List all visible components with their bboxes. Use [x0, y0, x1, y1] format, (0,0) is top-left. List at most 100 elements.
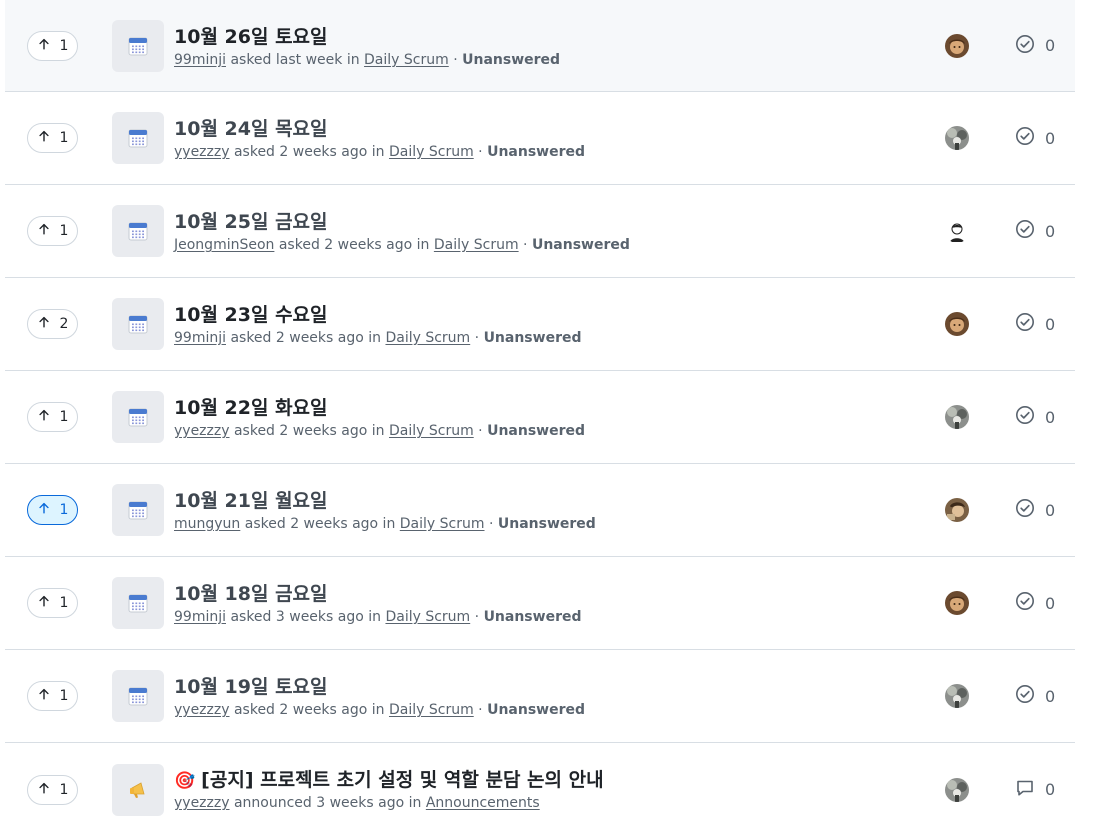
category-link[interactable]: Daily Scrum — [385, 609, 470, 625]
calendar-icon — [128, 129, 148, 148]
answer-status: Unanswered — [483, 609, 582, 625]
category-link[interactable]: Announcements — [426, 795, 540, 811]
category-link[interactable]: Daily Scrum — [385, 330, 470, 346]
check-circle-icon — [1015, 405, 1035, 429]
meta-text: asked last week in — [226, 52, 365, 68]
category-link[interactable]: Daily Scrum — [389, 423, 474, 439]
upvote-button[interactable]: 1 — [27, 774, 78, 805]
answer-count-value: 0 — [1045, 593, 1056, 613]
upvote-button[interactable]: 1 — [27, 216, 78, 246]
upvote-count: 2 — [59, 316, 69, 332]
title-text: 10월 21일 월요일 — [174, 490, 328, 512]
check-circle-icon — [1015, 498, 1035, 522]
avatar-gray[interactable] — [945, 405, 969, 429]
avatar-gray[interactable] — [945, 126, 969, 150]
discussion-title[interactable]: 10월 22일 화요일 — [174, 393, 328, 420]
meta-separator: · — [470, 609, 484, 625]
discussion-title[interactable]: 10월 26일 토요일 — [174, 22, 328, 49]
answer-count-value: 0 — [1045, 128, 1056, 148]
category-icon — [112, 19, 164, 72]
arrow-up-icon — [37, 594, 51, 612]
avatar-gray[interactable] — [945, 777, 969, 802]
discussion-meta: mungyun asked 2 weeks ago in Daily Scrum… — [174, 516, 596, 532]
author-link[interactable]: mungyun — [174, 516, 240, 532]
author-link[interactable]: 99minji — [174, 609, 226, 625]
megaphone-icon — [130, 781, 145, 798]
category-link[interactable]: Daily Scrum — [389, 702, 474, 718]
check-circle-icon — [1015, 312, 1035, 336]
discussion-title[interactable]: 10월 25일 금요일 — [174, 207, 328, 234]
check-circle-icon — [1015, 591, 1035, 615]
answer-status: Unanswered — [487, 144, 586, 160]
upvote-button[interactable]: 1 — [27, 123, 78, 153]
category-icon — [112, 670, 164, 722]
discussion-row: 1 10월 25일 금요일 JeongminSeon asked 2 weeks… — [5, 185, 1075, 278]
meta-text: asked 3 weeks ago in — [226, 609, 386, 625]
upvote-button[interactable]: 1 — [27, 402, 78, 432]
calendar-icon — [128, 501, 148, 520]
avatar-white[interactable] — [945, 219, 969, 243]
avatar-gray[interactable] — [945, 684, 969, 708]
upvote-button[interactable]: 2 — [27, 309, 78, 339]
category-icon — [112, 298, 164, 350]
author-link[interactable]: yyezzzy — [174, 423, 230, 439]
answer-status: Unanswered — [483, 330, 582, 346]
answer-count: 0 — [1015, 684, 1055, 708]
upvote-button[interactable]: 1 — [27, 30, 78, 61]
meta-text: asked 2 weeks ago in — [226, 330, 386, 346]
answer-status: Unanswered — [531, 237, 630, 253]
discussion-row: 1 10월 26일 토요일 99minji asked last week in… — [5, 0, 1075, 92]
avatar-brown[interactable] — [945, 33, 969, 58]
calendar-icon — [128, 594, 148, 613]
discussion-title[interactable]: 10월 23일 수요일 — [174, 300, 328, 327]
category-icon — [112, 391, 164, 443]
author-link[interactable]: 99minji — [174, 330, 226, 346]
category-link[interactable]: Daily Scrum — [434, 237, 519, 253]
discussion-title[interactable]: 10월 18일 금요일 — [174, 579, 328, 606]
answer-count: 0 — [1015, 34, 1055, 58]
discussion-title[interactable]: 10월 19일 토요일 — [174, 672, 328, 699]
arrow-up-icon — [37, 129, 51, 147]
answer-count-value: 0 — [1045, 500, 1056, 520]
answer-status: Unanswered — [487, 702, 586, 718]
answer-count: 0 — [1015, 778, 1055, 802]
arrow-up-icon — [37, 408, 51, 426]
answer-status: Unanswered — [487, 423, 586, 439]
check-circle-icon — [1015, 684, 1035, 708]
category-link[interactable]: Daily Scrum — [364, 52, 449, 68]
author-link[interactable]: yyezzzy — [174, 144, 230, 160]
avatar-brown[interactable] — [945, 591, 969, 615]
answer-status: Unanswered — [497, 516, 596, 532]
upvote-button[interactable]: 1 — [27, 495, 78, 525]
discussion-meta: yyezzzy announced 3 weeks ago in Announc… — [174, 795, 540, 811]
author-link[interactable]: JeongminSeon — [174, 237, 274, 253]
meta-separator: · — [473, 144, 488, 160]
answer-count-value: 0 — [1045, 314, 1056, 334]
check-circle-icon — [1015, 34, 1035, 58]
discussion-row: 1 10월 22일 화요일 yyezzzy asked 2 weeks ago … — [5, 371, 1075, 464]
meta-text: asked 2 weeks ago in — [240, 516, 400, 532]
upvote-count: 1 — [59, 409, 69, 425]
avatar-brown[interactable] — [945, 312, 969, 336]
upvote-button[interactable]: 1 — [27, 588, 78, 618]
category-link[interactable]: Daily Scrum — [389, 144, 474, 160]
author-link[interactable]: 99minji — [174, 52, 226, 68]
avatar-tan[interactable] — [945, 498, 969, 522]
calendar-icon — [128, 408, 148, 427]
discussion-title[interactable]: 10월 21일 월요일 — [174, 486, 328, 513]
category-icon — [112, 763, 164, 816]
upvote-button[interactable]: 1 — [27, 681, 78, 711]
author-link[interactable]: yyezzzy — [174, 702, 230, 718]
answer-count: 0 — [1015, 219, 1055, 243]
title-text: 10월 23일 수요일 — [174, 304, 328, 326]
discussion-title[interactable]: 10월 24일 목요일 — [174, 114, 328, 141]
discussion-meta: yyezzzy asked 2 weeks ago in Daily Scrum… — [174, 423, 585, 439]
title-emoji: 🎯 — [174, 771, 196, 791]
author-link[interactable]: yyezzzy — [174, 795, 230, 811]
title-text: 10월 22일 화요일 — [174, 397, 328, 419]
title-text: 10월 24일 목요일 — [174, 118, 328, 140]
arrow-up-icon — [37, 781, 51, 799]
category-link[interactable]: Daily Scrum — [400, 516, 485, 532]
answer-count: 0 — [1015, 405, 1055, 429]
discussion-title[interactable]: 🎯 [공지] 프로젝트 초기 설정 및 역할 분담 논의 안내 — [174, 765, 604, 792]
